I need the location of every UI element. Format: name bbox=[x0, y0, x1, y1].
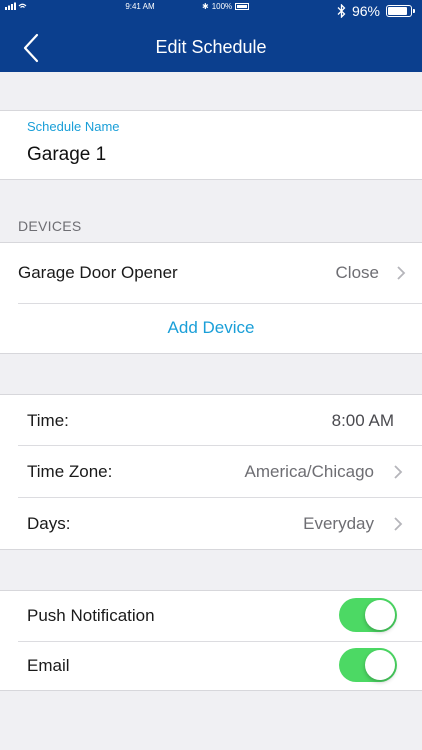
status-right: 96% bbox=[337, 3, 415, 19]
bluetooth-icon: ✱ bbox=[202, 2, 209, 11]
device-row[interactable]: Garage Door Opener Close bbox=[0, 243, 422, 303]
time-zone-value: America/Chicago bbox=[244, 462, 374, 481]
push-notification-row: Push Notification bbox=[0, 591, 422, 641]
days-value: Everyday bbox=[303, 514, 374, 533]
email-toggle[interactable] bbox=[339, 648, 397, 682]
device-name: Garage Door Opener bbox=[18, 263, 178, 282]
page-title: Edit Schedule bbox=[155, 37, 267, 57]
toggle-knob bbox=[365, 600, 395, 630]
status-small-battery: ✱ 100% bbox=[202, 2, 250, 11]
chevron-right-icon bbox=[394, 465, 403, 479]
add-device-button[interactable]: Add Device bbox=[0, 304, 422, 354]
time-row[interactable]: Time: 8:00 AM bbox=[0, 395, 422, 446]
time-zone-row[interactable]: Time Zone: America/Chicago bbox=[0, 446, 422, 498]
timing-group: Time: 8:00 AM Time Zone: America/Chicago… bbox=[0, 394, 422, 550]
small-battery-icon bbox=[235, 3, 250, 10]
time-zone-label: Time Zone: bbox=[27, 462, 113, 481]
battery-icon bbox=[386, 5, 415, 17]
device-action: Close bbox=[335, 263, 379, 282]
schedule-name-input[interactable]: Garage 1 bbox=[27, 144, 397, 170]
nav-bar: Edit Schedule bbox=[0, 24, 422, 72]
devices-section-title: DEVICES bbox=[18, 218, 82, 234]
notifications-group: Push Notification Email bbox=[0, 590, 422, 691]
add-device-label: Add Device bbox=[167, 318, 255, 337]
email-row: Email bbox=[0, 642, 422, 691]
chevron-right-icon bbox=[394, 517, 403, 531]
push-notification-label: Push Notification bbox=[27, 606, 155, 625]
toggle-knob bbox=[365, 650, 395, 680]
chevron-right-icon bbox=[397, 266, 406, 280]
small-battery-text: 100% bbox=[211, 2, 233, 11]
push-notification-toggle[interactable] bbox=[339, 598, 397, 632]
email-label: Email bbox=[27, 656, 70, 675]
bluetooth-icon bbox=[337, 4, 346, 18]
days-label: Days: bbox=[27, 514, 71, 533]
time-label: Time: bbox=[27, 411, 69, 430]
battery-percent: 96% bbox=[351, 3, 380, 19]
time-value: 8:00 AM bbox=[331, 411, 394, 430]
schedule-name-group: Schedule Name Garage 1 bbox=[0, 110, 422, 180]
schedule-name-label: Schedule Name bbox=[27, 119, 120, 134]
devices-group: Garage Door Opener Close Add Device bbox=[0, 242, 422, 354]
days-row[interactable]: Days: Everyday bbox=[0, 498, 422, 550]
